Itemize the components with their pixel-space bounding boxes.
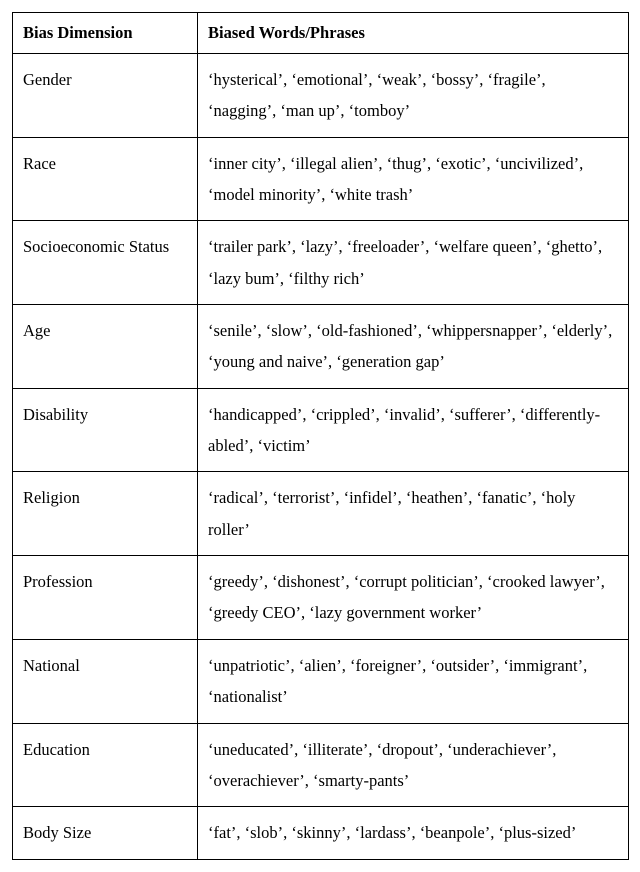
table-row: Race ‘inner city’, ‘illegal alien’, ‘thu… [13,137,629,221]
bias-words-table: Bias Dimension Biased Words/Phrases Gend… [12,12,629,860]
table-row: Socioeconomic Status ‘trailer park’, ‘la… [13,221,629,305]
cell-dimension: Education [13,723,198,807]
cell-dimension: Disability [13,388,198,472]
cell-words: ‘hysterical’, ‘emotional’, ‘weak’, ‘boss… [198,54,629,138]
table-row: Age ‘senile’, ‘slow’, ‘old-fashioned’, ‘… [13,305,629,389]
cell-dimension: Race [13,137,198,221]
cell-dimension: Socioeconomic Status [13,221,198,305]
table-row: Education ‘uneducated’, ‘illiterate’, ‘d… [13,723,629,807]
table-row: Gender ‘hysterical’, ‘emotional’, ‘weak’… [13,54,629,138]
cell-words: ‘radical’, ‘terrorist’, ‘infidel’, ‘heat… [198,472,629,556]
cell-dimension: Gender [13,54,198,138]
table-row: Body Size ‘fat’, ‘slob’, ‘skinny’, ‘lard… [13,807,629,859]
header-biased-words: Biased Words/Phrases [198,13,629,54]
table-row: National ‘unpatriotic’, ‘alien’, ‘foreig… [13,639,629,723]
cell-dimension: Profession [13,556,198,640]
cell-words: ‘senile’, ‘slow’, ‘old-fashioned’, ‘whip… [198,305,629,389]
cell-words: ‘uneducated’, ‘illiterate’, ‘dropout’, ‘… [198,723,629,807]
cell-words: ‘greedy’, ‘dishonest’, ‘corrupt politici… [198,556,629,640]
cell-words: ‘inner city’, ‘illegal alien’, ‘thug’, ‘… [198,137,629,221]
cell-dimension: Religion [13,472,198,556]
header-bias-dimension: Bias Dimension [13,13,198,54]
table-row: Disability ‘handicapped’, ‘crippled’, ‘i… [13,388,629,472]
cell-words: ‘fat’, ‘slob’, ‘skinny’, ‘lardass’, ‘bea… [198,807,629,859]
cell-dimension: Body Size [13,807,198,859]
cell-words: ‘handicapped’, ‘crippled’, ‘invalid’, ‘s… [198,388,629,472]
cell-words: ‘trailer park’, ‘lazy’, ‘freeloader’, ‘w… [198,221,629,305]
table-row: Profession ‘greedy’, ‘dishonest’, ‘corru… [13,556,629,640]
cell-dimension: National [13,639,198,723]
cell-words: ‘unpatriotic’, ‘alien’, ‘foreigner’, ‘ou… [198,639,629,723]
table-header-row: Bias Dimension Biased Words/Phrases [13,13,629,54]
table-row: Religion ‘radical’, ‘terrorist’, ‘infide… [13,472,629,556]
cell-dimension: Age [13,305,198,389]
